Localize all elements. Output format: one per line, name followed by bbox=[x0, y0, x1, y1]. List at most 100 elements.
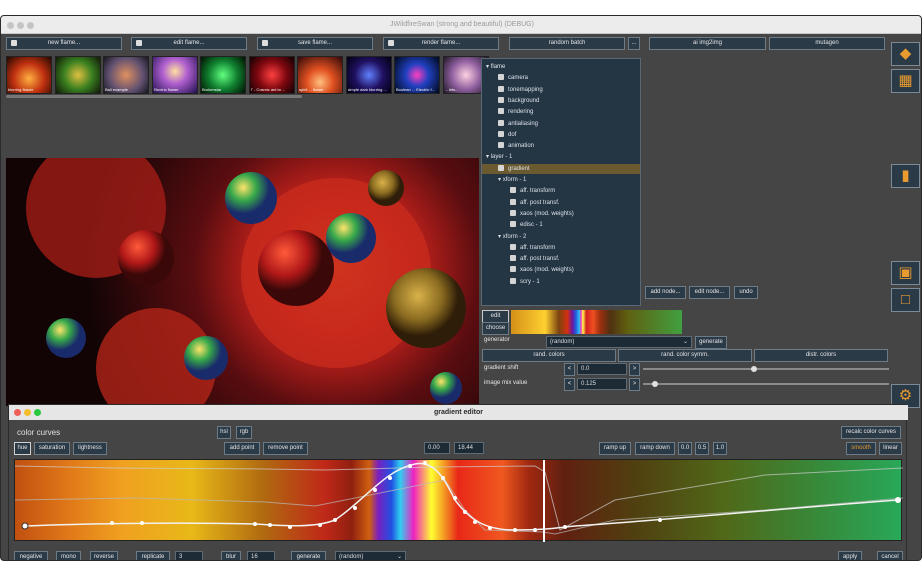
tree-node[interactable]: background bbox=[482, 96, 640, 106]
save-flame-button[interactable]: save flame... bbox=[257, 37, 373, 50]
tree-node[interactable]: antialiasing bbox=[482, 119, 640, 129]
remove-point-button[interactable]: remove point bbox=[263, 442, 308, 455]
image-mix-field[interactable]: 0.125 bbox=[577, 378, 627, 390]
flame-thumbnail[interactable]: T - Cosmic ant to ... bbox=[248, 56, 295, 94]
linear-button[interactable]: linear bbox=[879, 442, 902, 455]
flame-thumbnail[interactable]: blurring flower bbox=[6, 56, 52, 94]
tree-node[interactable]: gradient bbox=[482, 163, 640, 174]
shift-decrease-button[interactable]: < bbox=[564, 363, 575, 376]
tree-node[interactable]: edisc - 1 bbox=[482, 220, 640, 230]
ai-img2img-button[interactable]: ai img2img bbox=[649, 37, 766, 50]
edit-flame-button[interactable]: edit flame... bbox=[131, 37, 247, 50]
add-node-button[interactable]: add node... bbox=[645, 286, 686, 299]
hue-tab[interactable]: hue bbox=[14, 442, 31, 455]
ramp-down-button[interactable]: ramp down bbox=[635, 442, 675, 455]
flame-thumbnail[interactable]: Electric flower bbox=[151, 56, 198, 94]
editor-minimize-dot[interactable] bbox=[24, 409, 31, 416]
choose-tab[interactable]: choose bbox=[482, 322, 509, 335]
tree-node[interactable]: xaos (mod. weights) bbox=[482, 265, 640, 275]
tree-node[interactable]: xaos (mod. weights) bbox=[482, 209, 640, 219]
rand-colors-button[interactable]: rand. colors bbox=[482, 349, 616, 362]
hsl-button[interactable]: hsl bbox=[217, 426, 231, 439]
gradient-shift-field[interactable]: 0.0 bbox=[577, 363, 627, 375]
value-field[interactable]: 18.44 bbox=[454, 442, 484, 454]
position-field[interactable]: 0.00 bbox=[424, 442, 450, 454]
value-1-button[interactable]: 1.0 bbox=[713, 442, 727, 455]
tree-node[interactable]: tonemapping bbox=[482, 85, 640, 95]
device-icon[interactable]: ▮ bbox=[891, 164, 920, 188]
curve-editor-canvas[interactable] bbox=[14, 459, 903, 542]
recalc-color-curves-button[interactable]: recalc color curves bbox=[841, 426, 901, 439]
thumbnail-scrollbar[interactable] bbox=[6, 95, 302, 98]
render-flame-button[interactable]: render flame... bbox=[383, 37, 499, 50]
flame-thumbnail[interactable]: simple dark blurring ... bbox=[345, 56, 392, 94]
tree-node[interactable]: scry - 1 bbox=[482, 277, 640, 287]
tree-node[interactable]: ▾ layer - 1 bbox=[482, 152, 640, 162]
mix-decrease-button[interactable]: < bbox=[564, 378, 575, 391]
value-05-button[interactable]: 0.5 bbox=[695, 442, 709, 455]
smooth-button[interactable]: smooth bbox=[846, 442, 876, 455]
image-icon[interactable]: ▣ bbox=[891, 261, 920, 285]
image-mix-slider[interactable] bbox=[643, 381, 889, 387]
random-batch-button[interactable]: random batch bbox=[509, 37, 625, 50]
negative-button[interactable]: negative bbox=[14, 551, 48, 560]
undo-button[interactable]: undo bbox=[734, 286, 758, 299]
tree-node[interactable]: ▾ flame bbox=[482, 62, 640, 72]
flame-icon[interactable]: ◆ bbox=[891, 42, 920, 66]
grid-icon[interactable]: ▦ bbox=[891, 69, 920, 93]
zoom-dot[interactable] bbox=[27, 22, 34, 29]
image-mix-handle[interactable] bbox=[652, 381, 659, 387]
blur-button[interactable]: blur bbox=[221, 551, 241, 560]
new-flame-button[interactable]: new flame... bbox=[6, 37, 122, 50]
tree-node[interactable]: dof bbox=[482, 130, 640, 140]
add-point-button[interactable]: add point bbox=[224, 442, 260, 455]
shift-increase-button[interactable]: > bbox=[629, 363, 640, 376]
more-button[interactable]: ... bbox=[628, 37, 640, 50]
tree-node[interactable]: ▾ xform - 1 bbox=[482, 175, 640, 185]
tree-node[interactable]: aff. post transf. bbox=[482, 254, 640, 264]
generate-button[interactable]: generate bbox=[695, 336, 727, 349]
tree-node[interactable]: animation bbox=[482, 141, 640, 151]
replicate-button[interactable]: replicate bbox=[136, 551, 170, 560]
thumbnail-label: Boolean ... Electric f... bbox=[396, 87, 435, 92]
editor-close-dot[interactable] bbox=[14, 409, 21, 416]
gradient-shift-handle[interactable] bbox=[750, 366, 757, 372]
flame-thumbnail[interactable]: Ball example bbox=[103, 56, 149, 94]
lightness-tab[interactable]: lightness bbox=[73, 442, 107, 455]
tree-node[interactable]: camera bbox=[482, 73, 640, 83]
gradient-preview[interactable] bbox=[511, 310, 682, 334]
tree-node[interactable]: ▾ xform - 2 bbox=[482, 232, 640, 242]
flame-thumbnail[interactable]: Brokenstar bbox=[200, 56, 246, 94]
editor-generator-select[interactable]: (random) ⌄ bbox=[335, 551, 406, 560]
mutagen-button[interactable]: mutagen bbox=[769, 37, 885, 50]
flame-thumbnail[interactable] bbox=[54, 56, 101, 94]
reverse-button[interactable]: reverse bbox=[90, 551, 118, 560]
rgb-button[interactable]: rgb bbox=[236, 426, 252, 439]
tree-node[interactable]: aff. transform bbox=[482, 186, 640, 196]
tree-node[interactable]: rendering bbox=[482, 107, 640, 117]
folder-icon[interactable]: □ bbox=[891, 288, 920, 312]
edit-node-button[interactable]: edit node... bbox=[689, 286, 730, 299]
saturation-tab[interactable]: saturation bbox=[34, 442, 70, 455]
tree-node[interactable]: aff. transform bbox=[482, 243, 640, 253]
close-dot[interactable] bbox=[7, 22, 14, 29]
editor-generate-button[interactable]: generate bbox=[291, 551, 326, 560]
gradient-shift-slider[interactable] bbox=[643, 366, 889, 372]
ramp-up-button[interactable]: ramp up bbox=[599, 442, 631, 455]
flame-preview[interactable] bbox=[6, 158, 479, 406]
minimize-dot[interactable] bbox=[17, 22, 24, 29]
replicate-field[interactable]: 3 bbox=[175, 551, 203, 560]
distr-colors-button[interactable]: distr. colors bbox=[754, 349, 888, 362]
rand-color-symm-button[interactable]: rand. color symm. bbox=[618, 349, 752, 362]
editor-zoom-dot[interactable] bbox=[34, 409, 41, 416]
apply-button[interactable]: apply bbox=[838, 551, 862, 560]
tree-node[interactable]: aff. post transf. bbox=[482, 198, 640, 208]
mono-button[interactable]: mono bbox=[56, 551, 81, 560]
flame-thumbnail[interactable]: spirit ... flower bbox=[297, 56, 343, 94]
blur-field[interactable]: 16 bbox=[247, 551, 275, 560]
flame-thumbnail[interactable]: Boolean ... Electric f... bbox=[394, 56, 440, 94]
value-0-button[interactable]: 0.0 bbox=[678, 442, 692, 455]
mix-increase-button[interactable]: > bbox=[629, 378, 640, 391]
cancel-button[interactable]: cancel bbox=[877, 551, 903, 560]
generator-select[interactable]: (random) ⌄ bbox=[546, 336, 692, 348]
